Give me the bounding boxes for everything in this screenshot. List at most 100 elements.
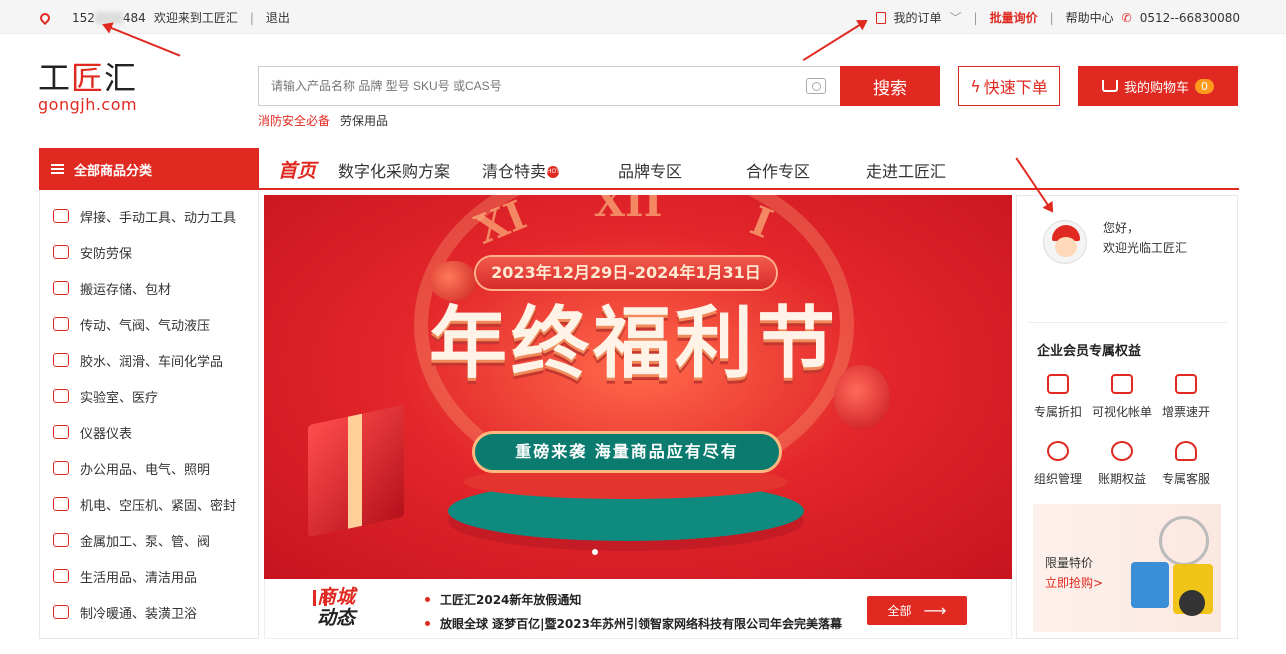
lucky-bag-image [430, 261, 476, 301]
microscope-icon [53, 389, 69, 403]
helmet-icon [53, 245, 69, 259]
benefit-invoice[interactable]: 增票速开 [1154, 374, 1218, 420]
bullet-icon [425, 597, 430, 602]
cleaning-icon [53, 569, 69, 583]
quick-order-label: 快速下单 [983, 78, 1048, 97]
gear-chain-icon [53, 317, 69, 331]
news-badge: 商城 动态 [317, 586, 356, 629]
nav-item-brands[interactable]: 品牌专区 [618, 158, 746, 182]
nav-item-clearance[interactable]: 清仓特卖HOT [482, 158, 618, 182]
all-categories-label: 全部商品分类 [74, 163, 153, 179]
top-bar-left: 152 484 欢迎来到工匠汇 | 退出 [37, 9, 290, 26]
top-bar: 152 484 欢迎来到工匠汇 | 退出 我的订单 ﹀ | 批量询价 | 帮助中心… [0, 0, 1286, 34]
category-item[interactable]: 实验室、医疗 [40, 378, 260, 414]
promo-link[interactable]: 立即抢购> [1045, 574, 1103, 591]
promo-title: 限量特价 [1045, 556, 1094, 570]
lantern-image [834, 365, 890, 429]
headset-icon [1175, 441, 1197, 461]
category-item[interactable]: 焊接、手动工具、动力工具 [40, 198, 260, 234]
category-item[interactable]: 机电、空压机、紧固、密封 [40, 486, 260, 522]
benefit-discount[interactable]: 专属折扣 [1026, 374, 1090, 420]
instrument-icon [53, 425, 69, 439]
main-nav: 首页 数字化采购方案 清仓特卖HOT 品牌专区 合作专区 走进工匠汇 [278, 156, 946, 183]
face-icon [1055, 237, 1077, 257]
tools-icon [53, 209, 69, 223]
benefit-bill[interactable]: 可视化帐单 [1090, 374, 1154, 420]
hot-keyword[interactable]: 消防安全必备 [258, 112, 330, 129]
hot-badge-icon: HOT [547, 166, 560, 178]
news-all-button[interactable]: 全部 ⟶ [867, 596, 967, 625]
benefit-service[interactable]: 专属客服 [1154, 441, 1218, 487]
search-button[interactable]: 搜索 [840, 66, 940, 106]
quick-order-button[interactable]: ϟ 快速下单 [958, 66, 1060, 106]
search-bar: 搜索 [258, 66, 940, 106]
cart-truck-icon [53, 281, 69, 295]
shield-check-icon [1111, 374, 1133, 394]
banner-title: 年终福利节 [428, 299, 839, 389]
numeral-xii: XII [594, 195, 663, 226]
banner-slogan: 重磅来袭 海量商品应有尽有 [472, 431, 782, 473]
promo-card[interactable]: 限量特价 立即抢购> [1033, 504, 1221, 632]
discount-icon [1047, 374, 1069, 394]
my-orders-link[interactable]: 我的订单 [894, 9, 942, 26]
search-input[interactable] [258, 66, 840, 106]
top-bar-right: 我的订单 ﹀ | 批量询价 | 帮助中心 ✆ 0512--66830080 [875, 9, 1240, 26]
medal-icon [1047, 441, 1069, 461]
nav-item-digital-procurement[interactable]: 数字化采购方案 [338, 158, 482, 182]
hot-keywords: 消防安全必备 劳保用品 [258, 112, 388, 129]
category-item[interactable]: 安防劳保 [40, 234, 260, 270]
nav-underline [259, 188, 1239, 190]
banner-date: 2023年12月29日-2024年1月31日 [476, 257, 776, 289]
news-item[interactable]: 放眼全球 逐梦百亿|暨2023年苏州引领智家网络科技有限公司年会完美落幕 [425, 615, 842, 632]
help-center-link[interactable]: 帮助中心 [1066, 9, 1114, 26]
category-item[interactable]: 办公用品、电气、照明 [40, 450, 260, 486]
category-item[interactable]: 制冷暖通、装潢卫浴 [40, 594, 260, 630]
nav-item-partners[interactable]: 合作专区 [746, 158, 866, 182]
category-item[interactable]: 胶水、润滑、车间化学品 [40, 342, 260, 378]
logout-link[interactable]: 退出 [266, 9, 290, 26]
yuan-cycle-icon [1111, 441, 1133, 461]
bathtub-icon [53, 605, 69, 619]
category-item[interactable]: 生活用品、清洁用品 [40, 558, 260, 594]
divider [1027, 322, 1227, 323]
site-logo[interactable]: 工匠汇 gongjh.com [38, 62, 160, 114]
logo-en: gongjh.com [38, 95, 138, 114]
category-item[interactable]: 仪器仪表 [40, 414, 260, 450]
cart-count-badge: 0 [1195, 78, 1214, 94]
benefit-credit[interactable]: 账期权益 [1090, 441, 1154, 487]
divider: | [249, 10, 254, 25]
category-list: 焊接、手动工具、动力工具 安防劳保 搬运存储、包材 传动、气阀、气动液压 胶水、… [39, 190, 259, 639]
avatar[interactable] [1043, 220, 1087, 264]
cart-button[interactable]: 我的购物车 0 [1078, 66, 1238, 106]
hot-keyword[interactable]: 劳保用品 [340, 112, 388, 129]
menu-icon [51, 164, 64, 174]
bullet-icon [425, 621, 430, 626]
lightning-icon: ϟ [970, 76, 981, 96]
promo-banner[interactable]: XI XII I 2023年12月29日-2024年1月31日 年终福利节 重磅… [264, 195, 1012, 579]
chevron-down-icon: ﹀ [949, 11, 962, 25]
gift-box-image [308, 404, 404, 538]
camera-icon[interactable] [806, 78, 826, 94]
benefit-org[interactable]: 组织管理 [1026, 441, 1090, 487]
bulk-inquiry-link[interactable]: 批量询价 [990, 9, 1038, 26]
invoice-icon [1175, 374, 1197, 394]
divider: | [1049, 10, 1054, 25]
news-item[interactable]: 工匠汇2024新年放假通知 [425, 591, 581, 608]
motor-icon [53, 497, 69, 511]
carousel-dot[interactable] [592, 549, 598, 555]
location-pin-icon [37, 10, 53, 25]
nav-home[interactable]: 首页 [278, 156, 338, 183]
valve-icon [53, 533, 69, 547]
cart-icon [1101, 80, 1118, 92]
user-panel: 您好， 欢迎光临工匠汇 企业会员专属权益 专属折扣 可视化帐单 增票速开 组织管… [1016, 195, 1238, 639]
chemical-icon [53, 353, 69, 367]
user-greeting: 您好， 欢迎光临工匠汇 [1103, 221, 1188, 255]
welcome-text: 欢迎来到工匠汇 [153, 11, 238, 25]
logo-cn: 工匠汇 [38, 59, 138, 97]
all-categories-button[interactable]: 全部商品分类 [39, 148, 259, 190]
category-item[interactable]: 金属加工、泵、管、阀 [40, 522, 260, 558]
category-item[interactable]: 传动、气阀、气动液压 [40, 306, 260, 342]
category-item[interactable]: 搬运存储、包材 [40, 270, 260, 306]
hotline-number: 0512--66830080 [1139, 10, 1240, 25]
nav-item-about[interactable]: 走进工匠汇 [866, 158, 946, 182]
